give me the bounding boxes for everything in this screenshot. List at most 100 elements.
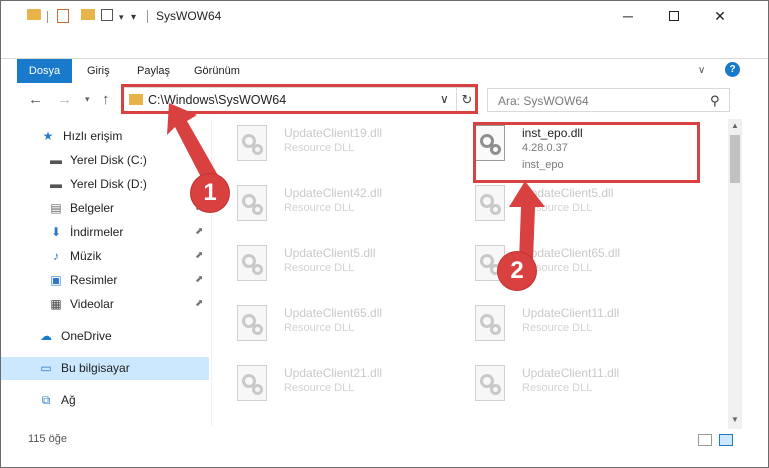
highlight-box-file bbox=[473, 122, 700, 183]
new-folder-icon[interactable] bbox=[81, 9, 95, 20]
vertical-scrollbar[interactable]: ▲ ▼ bbox=[728, 119, 742, 429]
file-name: UpdateClient19.dll bbox=[284, 126, 383, 140]
chevron-down-icon[interactable]: ▾ bbox=[119, 9, 124, 25]
pin-icon[interactable]: ⬈ bbox=[195, 250, 203, 261]
documents-icon: ▤ bbox=[50, 201, 62, 215]
up-button[interactable]: ↑ bbox=[102, 91, 110, 108]
search-input[interactable]: Ara: SysWOW64 ⚲ bbox=[487, 88, 730, 112]
dll-file-icon bbox=[237, 125, 267, 161]
file-item[interactable]: UpdateClient42.dll Resource DLL bbox=[219, 179, 449, 235]
music-icon: ♪ bbox=[53, 249, 59, 263]
network-icon: ⧉ bbox=[41, 392, 51, 407]
sidebar-item-network[interactable]: ⧉ Ağ bbox=[1, 389, 209, 412]
file-item[interactable]: UpdateClient11.dll Resource DLL bbox=[457, 299, 687, 355]
dll-file-icon bbox=[237, 245, 267, 281]
sidebar-item-label: Belgeler bbox=[70, 201, 115, 215]
file-type: Resource DLL bbox=[284, 262, 355, 274]
file-name: UpdateClient11.dll bbox=[522, 306, 620, 320]
folder-icon bbox=[27, 9, 41, 20]
drive-icon: ▬ bbox=[50, 177, 62, 191]
file-type: Resource DLL bbox=[522, 382, 593, 394]
computer-icon: ▭ bbox=[40, 361, 52, 375]
search-icon[interactable]: ⚲ bbox=[710, 93, 720, 109]
customize-toolbar-icon[interactable]: ▾ bbox=[131, 9, 136, 25]
title-separator bbox=[147, 10, 148, 23]
file-name: UpdateClient5.dll bbox=[284, 246, 376, 260]
sidebar-item-label: Videolar bbox=[70, 297, 114, 311]
title-bar: ▾ ▾ SysWOW64 ─ ✕ bbox=[1, 1, 768, 31]
step-badge-2: 2 bbox=[498, 252, 536, 290]
maximize-button[interactable] bbox=[651, 1, 697, 31]
star-icon: ★ bbox=[42, 129, 54, 143]
sidebar-item-label: Müzik bbox=[70, 249, 102, 263]
large-icons-view-icon[interactable] bbox=[719, 434, 733, 446]
pin-icon[interactable]: ⬈ bbox=[195, 226, 203, 237]
sidebar-item-music[interactable]: ♪ Müzik ⬈ bbox=[1, 245, 209, 268]
window-title: SysWOW64 bbox=[156, 9, 222, 23]
scroll-thumb[interactable] bbox=[730, 135, 740, 183]
forward-button[interactable]: → bbox=[57, 91, 72, 108]
dll-file-icon bbox=[475, 305, 505, 341]
sidebar-item-this-pc[interactable]: ▭ Bu bilgisayar bbox=[1, 357, 209, 380]
scroll-up-icon[interactable]: ▲ bbox=[731, 121, 739, 130]
tab-file[interactable]: Dosya bbox=[17, 59, 72, 83]
sidebar-item-label: OneDrive bbox=[61, 329, 112, 343]
help-icon[interactable]: ? bbox=[725, 62, 740, 77]
file-item[interactable]: UpdateClient65.dll Resource DLL bbox=[457, 239, 687, 295]
file-name: UpdateClient65.dll bbox=[284, 306, 383, 320]
dll-file-icon bbox=[237, 185, 267, 221]
tab-share[interactable]: Paylaş bbox=[137, 60, 170, 82]
sidebar-item-downloads[interactable]: ⬇ İndirmeler ⬈ bbox=[1, 221, 209, 244]
pin-icon[interactable]: ⬈ bbox=[195, 274, 203, 285]
status-item-count: 115 öğe bbox=[28, 433, 67, 445]
close-button[interactable]: ✕ bbox=[697, 1, 743, 31]
file-name: UpdateClient42.dll bbox=[284, 186, 383, 200]
file-name: UpdateClient21.dll bbox=[284, 366, 383, 380]
drive-icon: ▬ bbox=[50, 153, 62, 167]
sidebar-item-label: Yerel Disk (D:) bbox=[70, 177, 147, 191]
cloud-icon: ☁ bbox=[40, 329, 52, 343]
file-type: Resource DLL bbox=[284, 382, 355, 394]
tab-home[interactable]: Giriş bbox=[87, 60, 110, 82]
pin-icon[interactable]: ⬈ bbox=[195, 298, 203, 309]
scroll-down-icon[interactable]: ▼ bbox=[731, 415, 739, 424]
sidebar-item-onedrive[interactable]: ☁ OneDrive bbox=[1, 325, 209, 348]
expand-ribbon-icon[interactable]: ∨ bbox=[698, 65, 705, 76]
dll-file-icon bbox=[237, 305, 267, 341]
properties-icon[interactable] bbox=[57, 9, 69, 23]
explorer-window: ▾ ▾ SysWOW64 ─ ✕ Dosya Giriş Paylaş Görü… bbox=[0, 0, 769, 468]
file-item[interactable]: UpdateClient11.dll Resource DLL bbox=[457, 359, 687, 415]
file-item[interactable]: UpdateClient5.dll Resource DLL bbox=[219, 239, 449, 295]
file-type: Resource DLL bbox=[284, 142, 355, 154]
sidebar-item-label: Ağ bbox=[61, 393, 76, 407]
recent-locations-button[interactable]: ▾ bbox=[85, 94, 90, 105]
file-name: UpdateClient11.dll bbox=[522, 366, 620, 380]
ribbon-divider bbox=[1, 58, 768, 59]
sidebar-item-label: İndirmeler bbox=[70, 225, 124, 239]
sidebar-item-pictures[interactable]: ▣ Resimler ⬈ bbox=[1, 269, 209, 292]
sidebar-item-videos[interactable]: ▦ Videolar ⬈ bbox=[1, 293, 209, 316]
view-icon[interactable] bbox=[101, 9, 113, 21]
tab-view[interactable]: Görünüm bbox=[194, 60, 240, 82]
file-type: Resource DLL bbox=[284, 322, 355, 334]
maximize-icon bbox=[669, 11, 679, 21]
quick-access-separator bbox=[47, 11, 48, 23]
file-item[interactable]: UpdateClient65.dll Resource DLL bbox=[219, 299, 449, 355]
file-item[interactable]: UpdateClient21.dll Resource DLL bbox=[219, 359, 449, 415]
dll-file-icon bbox=[475, 365, 505, 401]
sidebar-item-label: Yerel Disk (C:) bbox=[70, 153, 147, 167]
file-item[interactable]: UpdateClient19.dll Resource DLL bbox=[219, 119, 449, 175]
sidebar-item-label: Hızlı erişim bbox=[63, 129, 123, 143]
file-item[interactable]: UpdateClient5.dll Resource DLL bbox=[457, 179, 687, 235]
back-button[interactable]: ← bbox=[28, 91, 43, 108]
step-badge-1: 1 bbox=[191, 174, 229, 212]
sidebar-item-label: Resimler bbox=[70, 273, 118, 287]
minimize-button[interactable]: ─ bbox=[605, 1, 651, 31]
file-type: Resource DLL bbox=[522, 322, 593, 334]
dll-file-icon bbox=[237, 365, 267, 401]
videos-icon: ▦ bbox=[50, 297, 62, 311]
sidebar-item-documents[interactable]: ▤ Belgeler ⬈ bbox=[1, 197, 209, 220]
file-type: Resource DLL bbox=[284, 202, 355, 214]
details-view-icon[interactable] bbox=[698, 434, 712, 446]
search-placeholder: Ara: SysWOW64 bbox=[498, 94, 589, 108]
